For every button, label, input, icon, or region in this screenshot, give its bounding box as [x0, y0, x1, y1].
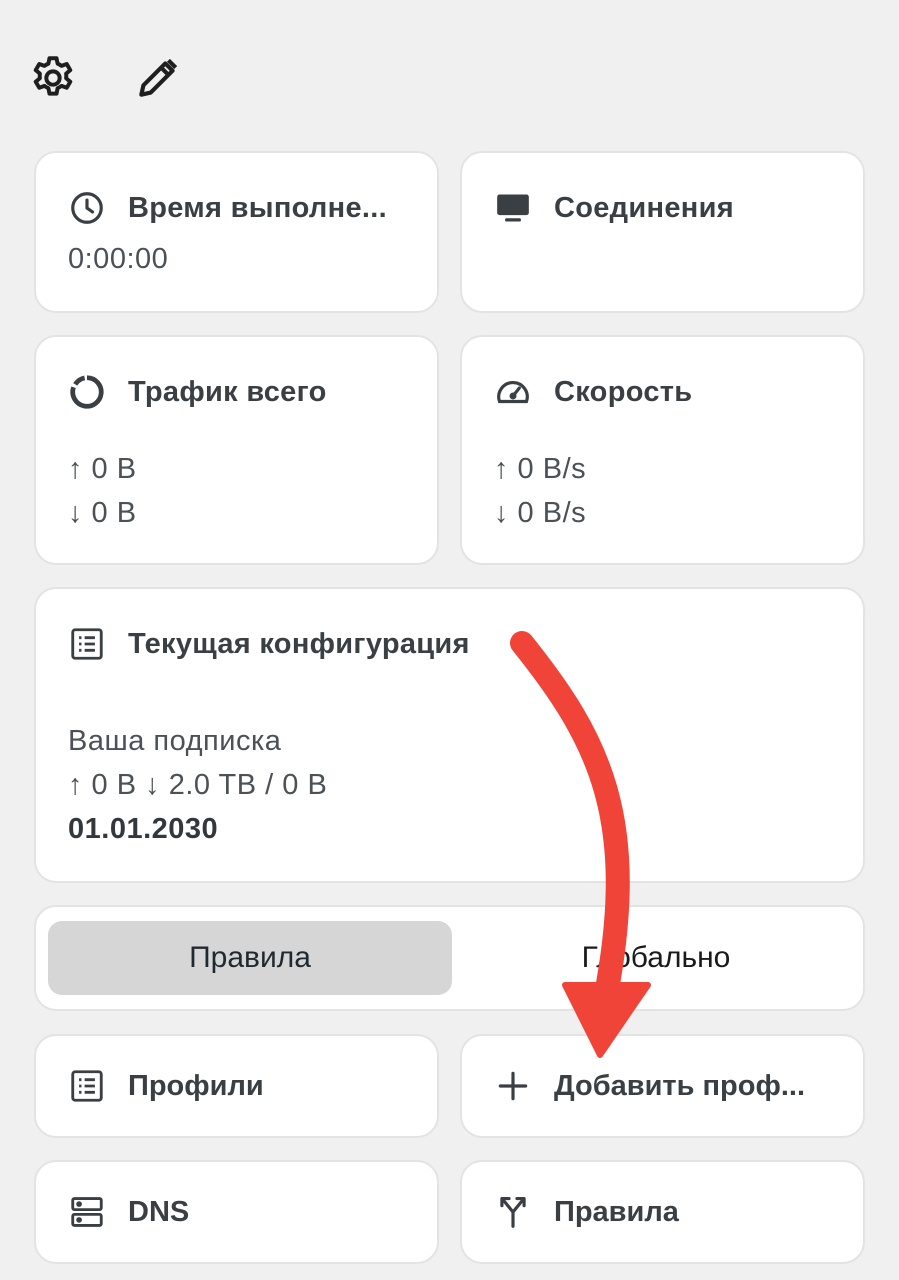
config-card[interactable]: Текущая конфигурация Ваша подписка ↑ 0 B…	[34, 587, 865, 883]
pencil-icon[interactable]	[132, 52, 184, 104]
list-icon	[68, 625, 106, 663]
connections-card[interactable]: Соединения	[460, 151, 865, 313]
gear-icon[interactable]	[27, 52, 79, 104]
server-icon	[68, 1193, 106, 1231]
speed-title: Скорость	[554, 375, 693, 408]
subscription-name: Ваша подписка	[68, 725, 282, 757]
config-title: Текущая конфигурация	[128, 627, 470, 660]
mode-rules-button[interactable]: Правила	[48, 921, 452, 995]
connections-title: Соединения	[554, 191, 734, 224]
traffic-title: Трафик всего	[128, 375, 327, 408]
traffic-down: ↓ 0 B	[68, 497, 137, 529]
runtime-card: Время выполне... 0:00:00	[34, 151, 439, 313]
mode-global-button[interactable]: Глобально	[456, 921, 856, 995]
subscription-expiry: 01.01.2030	[68, 813, 219, 845]
traffic-up: ↑ 0 B	[68, 453, 137, 485]
dashboard: Время выполне... 0:00:00 Соединения Траф…	[0, 0, 899, 1280]
donut-icon	[68, 373, 106, 411]
list-icon	[68, 1067, 106, 1105]
runtime-title: Время выполне...	[128, 191, 387, 224]
dns-label: DNS	[128, 1195, 190, 1228]
speedometer-icon	[494, 373, 532, 411]
mode-segmented-control: Правила Глобально	[34, 905, 865, 1011]
plus-icon	[494, 1067, 532, 1105]
speed-down: ↓ 0 B/s	[494, 497, 587, 529]
traffic-card: Трафик всего ↑ 0 B ↓ 0 B	[34, 335, 439, 565]
dns-tile[interactable]: DNS	[34, 1160, 439, 1264]
rules-label: Правила	[554, 1195, 679, 1228]
speed-up: ↑ 0 B/s	[494, 453, 587, 485]
profiles-label: Профили	[128, 1069, 264, 1102]
rules-tile[interactable]: Правила	[460, 1160, 865, 1264]
profiles-tile[interactable]: Профили	[34, 1034, 439, 1138]
speed-card: Скорость ↑ 0 B/s ↓ 0 B/s	[460, 335, 865, 565]
fork-icon	[494, 1193, 532, 1231]
clock-icon	[68, 189, 106, 227]
runtime-value: 0:00:00	[68, 243, 169, 275]
monitor-icon	[494, 189, 532, 227]
subscription-usage: ↑ 0 B ↓ 2.0 TB / 0 B	[68, 769, 328, 801]
add-profile-label: Добавить проф...	[554, 1069, 806, 1102]
add-profile-tile[interactable]: Добавить проф...	[460, 1034, 865, 1138]
